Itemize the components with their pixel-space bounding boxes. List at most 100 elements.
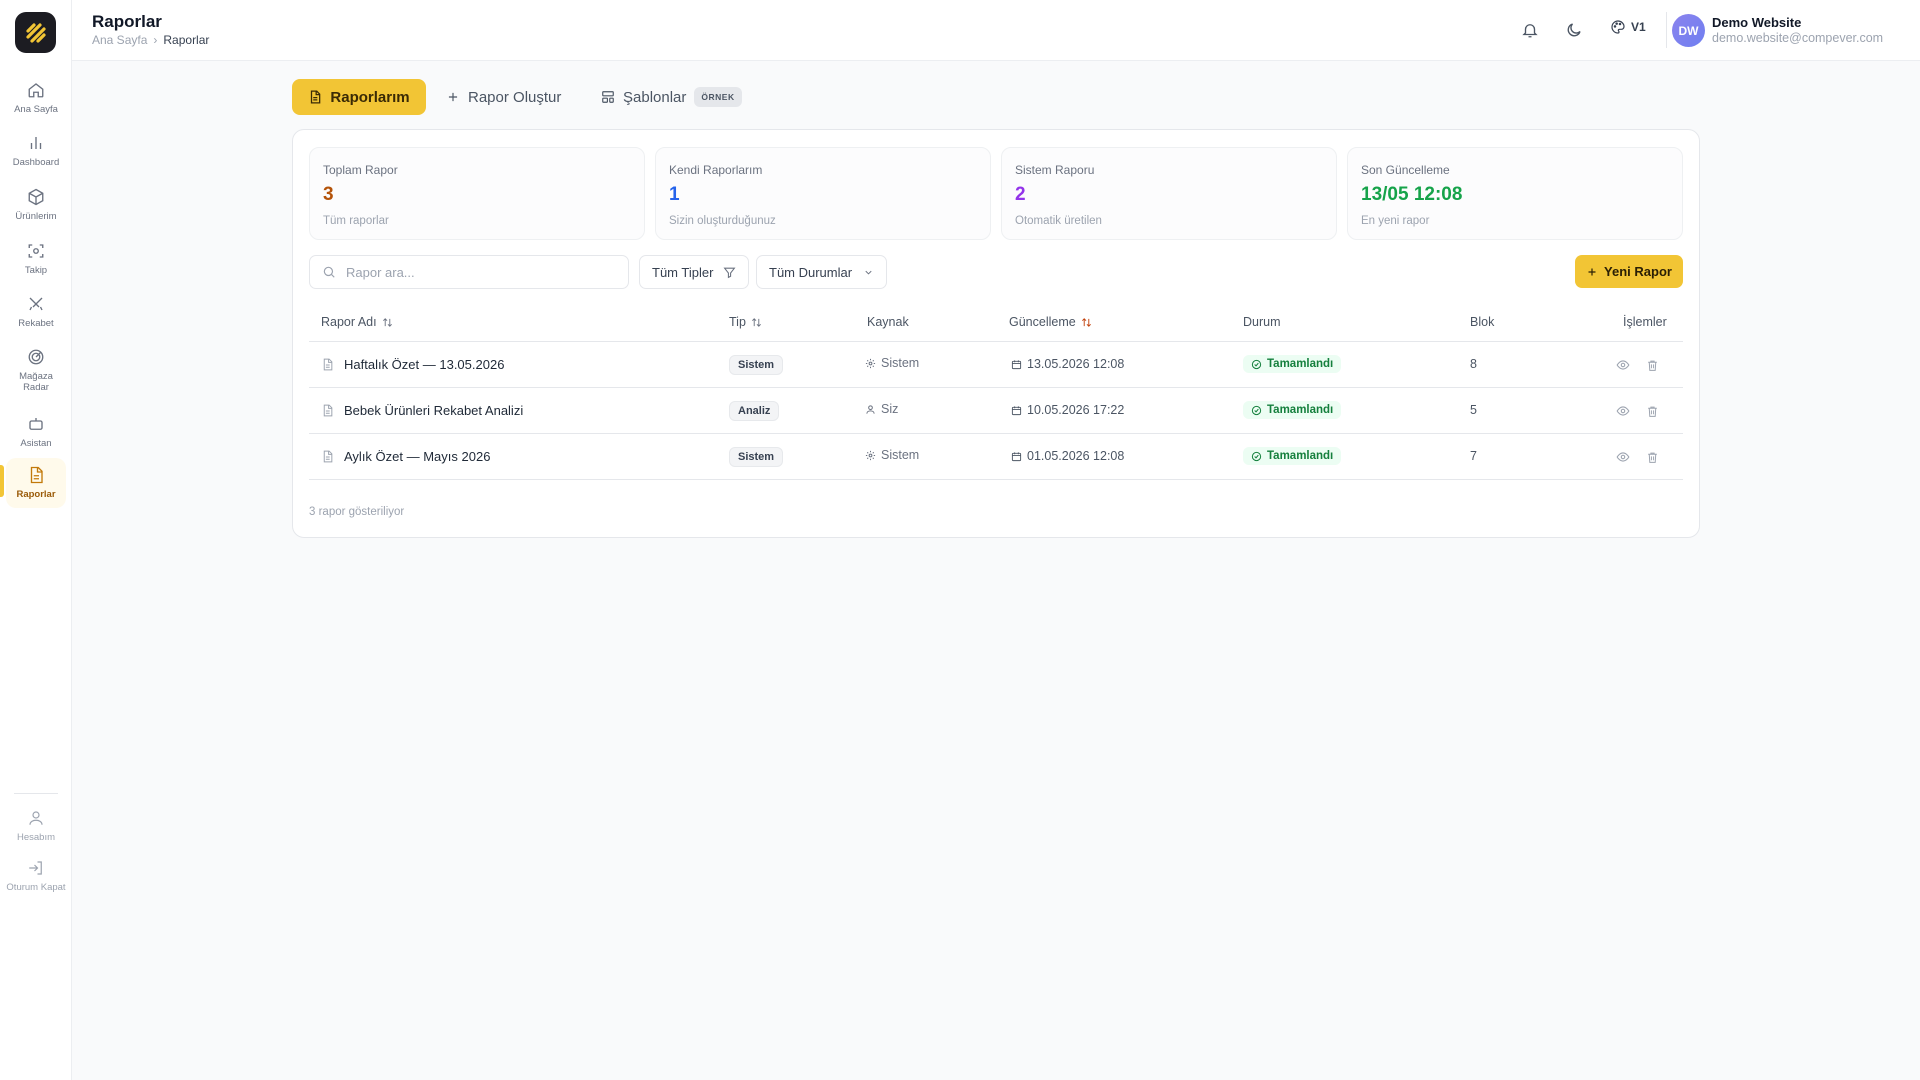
stat-card-last-update: Son Güncelleme 13/05 12:08 En yeni rapor [1347, 147, 1683, 240]
dark-mode-moon-icon[interactable] [1563, 19, 1585, 41]
column-header-actions: İşlemler [1623, 315, 1667, 329]
stat-card-total: Toplam Rapor 3 Tüm raporlar [309, 147, 645, 240]
column-header-type[interactable]: Tip [729, 315, 762, 329]
view-eye-icon[interactable] [1615, 357, 1631, 373]
table-row[interactable]: Haftalık Özet — 13.05.2026 Sistem Sistem… [309, 342, 1683, 388]
stat-subtitle: En yeni rapor [1361, 215, 1430, 227]
type-filter-dropdown[interactable]: Tüm Tipler [639, 255, 750, 289]
table-row[interactable]: Aylık Özet — Mayıs 2026 Sistem Sistem 01… [309, 434, 1683, 480]
stat-card-system: Sistem Raporu 2 Otomatik üretilen [1001, 147, 1337, 240]
layout-template-icon [601, 90, 615, 104]
sidebar-item-label: Hesabım [16, 832, 55, 843]
source-cell: Sistem [865, 448, 919, 462]
user-icon [26, 808, 46, 828]
tab-rapor-olustur[interactable]: Rapor Oluştur [446, 79, 561, 115]
table-footer-count: 3 rapor gösteriliyor [309, 506, 405, 518]
theme-label: V1 [1631, 20, 1646, 34]
delete-trash-icon[interactable] [1644, 449, 1660, 465]
calendar-icon [1011, 405, 1022, 416]
view-eye-icon[interactable] [1615, 403, 1631, 419]
stat-value: 13/05 12:08 [1361, 184, 1463, 205]
column-label: Güncelleme [1009, 315, 1076, 329]
blocks-count: 7 [1470, 449, 1477, 463]
status-label: Tamamlandı [1267, 358, 1334, 370]
date-cell: 01.05.2026 12:08 [1011, 449, 1124, 463]
sidebar-item-ana-sayfa[interactable]: Ana Sayfa [6, 80, 66, 115]
reports-card: Toplam Rapor 3 Tüm raporlar Kendi Raporl… [292, 129, 1700, 538]
sidebar-item-rekabet[interactable]: Rekabet [6, 294, 66, 329]
source-label: Sistem [881, 356, 920, 370]
stat-value: 3 [323, 184, 334, 205]
sort-active-icon [1081, 317, 1092, 328]
status-label: Tamamlandı [1267, 450, 1334, 462]
breadcrumb-separator-icon: › [153, 33, 158, 47]
report-name-cell[interactable]: Haftalık Özet — 13.05.2026 [321, 357, 504, 372]
avatar[interactable]: DW [1672, 14, 1705, 47]
delete-trash-icon[interactable] [1644, 357, 1660, 373]
sidebar-item-dashboard[interactable]: Dashboard [6, 133, 66, 168]
palette-icon [1610, 19, 1626, 35]
logout-icon [26, 858, 46, 878]
column-header-name[interactable]: Rapor Adı [321, 315, 393, 329]
sidebar-item-label: Raporlar [16, 489, 56, 500]
breadcrumb-current: Raporlar [163, 33, 210, 47]
notifications-bell-icon[interactable] [1519, 19, 1541, 41]
delete-trash-icon[interactable] [1644, 403, 1660, 419]
template-badge: ÖRNEK [694, 87, 742, 107]
stat-title: Kendi Raporlarım [669, 163, 763, 177]
column-header-status: Durum [1243, 315, 1281, 329]
date-label: 13.05.2026 12:08 [1027, 357, 1125, 371]
sidebar-item-oturum-kapat[interactable]: Oturum Kapat [6, 858, 66, 893]
tab-raporlarim[interactable]: Raporlarım [292, 79, 426, 115]
sidebar-item-label: Oturum Kapat [6, 882, 66, 893]
plus-icon [1586, 266, 1598, 278]
report-name: Haftalık Özet — 13.05.2026 [344, 357, 505, 372]
sidebar-item-urunlerim[interactable]: Ürünlerim [6, 187, 66, 222]
sidebar-item-magaza-radar[interactable]: Mağaza Radar [6, 347, 66, 393]
type-badge: Sistem [729, 447, 784, 467]
report-name: Aylık Özet — Mayıs 2026 [344, 449, 491, 464]
stat-title: Son Güncelleme [1361, 163, 1450, 177]
status-filter-dropdown[interactable]: Tüm Durumlar [756, 255, 887, 289]
column-label: Durum [1243, 315, 1281, 329]
column-header-source: Kaynak [867, 315, 909, 329]
user-email: demo.website@compever.com [1712, 31, 1884, 45]
source-label: Siz [881, 402, 899, 416]
sort-icon [382, 317, 393, 328]
new-report-button[interactable]: Yeni Rapor [1575, 255, 1683, 288]
stat-title: Toplam Rapor [323, 163, 398, 177]
page-title: Raporlar [92, 12, 162, 31]
user-name[interactable]: Demo Website [1712, 15, 1801, 30]
column-label: Tip [729, 315, 746, 329]
stat-subtitle: Sizin oluşturduğunuz [669, 215, 776, 227]
breadcrumb-home[interactable]: Ana Sayfa [92, 33, 147, 47]
stat-subtitle: Tüm raporlar [323, 215, 389, 227]
source-label: Sistem [881, 448, 920, 462]
report-name-cell[interactable]: Aylık Özet — Mayıs 2026 [321, 449, 490, 464]
stat-subtitle: Otomatik üretilen [1015, 215, 1102, 227]
theme-switcher[interactable]: V1 [1610, 19, 1646, 35]
tab-label: Raporlarım [330, 88, 410, 106]
user-icon [865, 404, 876, 415]
sidebar-item-asistan[interactable]: Asistan [6, 414, 66, 449]
stat-card-own: Kendi Raporlarım 1 Sizin oluşturduğunuz [655, 147, 991, 240]
column-header-updated[interactable]: Güncelleme [1009, 315, 1092, 329]
file-icon [26, 465, 46, 485]
date-label: 10.05.2026 17:22 [1027, 403, 1125, 417]
table-row[interactable]: Bebek Ürünleri Rekabet Analizi Analiz Si… [309, 388, 1683, 434]
app-logo[interactable] [15, 12, 56, 53]
check-circle-icon [1251, 359, 1262, 370]
sidebar-item-label: Ana Sayfa [14, 104, 58, 115]
stat-value: 2 [1015, 184, 1026, 205]
view-eye-icon[interactable] [1615, 449, 1631, 465]
tab-sablonlar[interactable]: Şablonlar ÖRNEK [601, 79, 742, 115]
active-indicator [0, 465, 4, 497]
blocks-count: 5 [1470, 403, 1477, 417]
search-input[interactable] [346, 264, 616, 280]
sidebar-item-hesabim[interactable]: Hesabım [6, 808, 66, 843]
sidebar-item-raporlar[interactable]: Raporlar [6, 458, 66, 508]
scan-icon [26, 241, 46, 261]
report-name-cell[interactable]: Bebek Ürünleri Rekabet Analizi [321, 403, 523, 418]
tab-label: Rapor Oluştur [468, 88, 562, 106]
sidebar-item-takip[interactable]: Takip [6, 241, 66, 276]
